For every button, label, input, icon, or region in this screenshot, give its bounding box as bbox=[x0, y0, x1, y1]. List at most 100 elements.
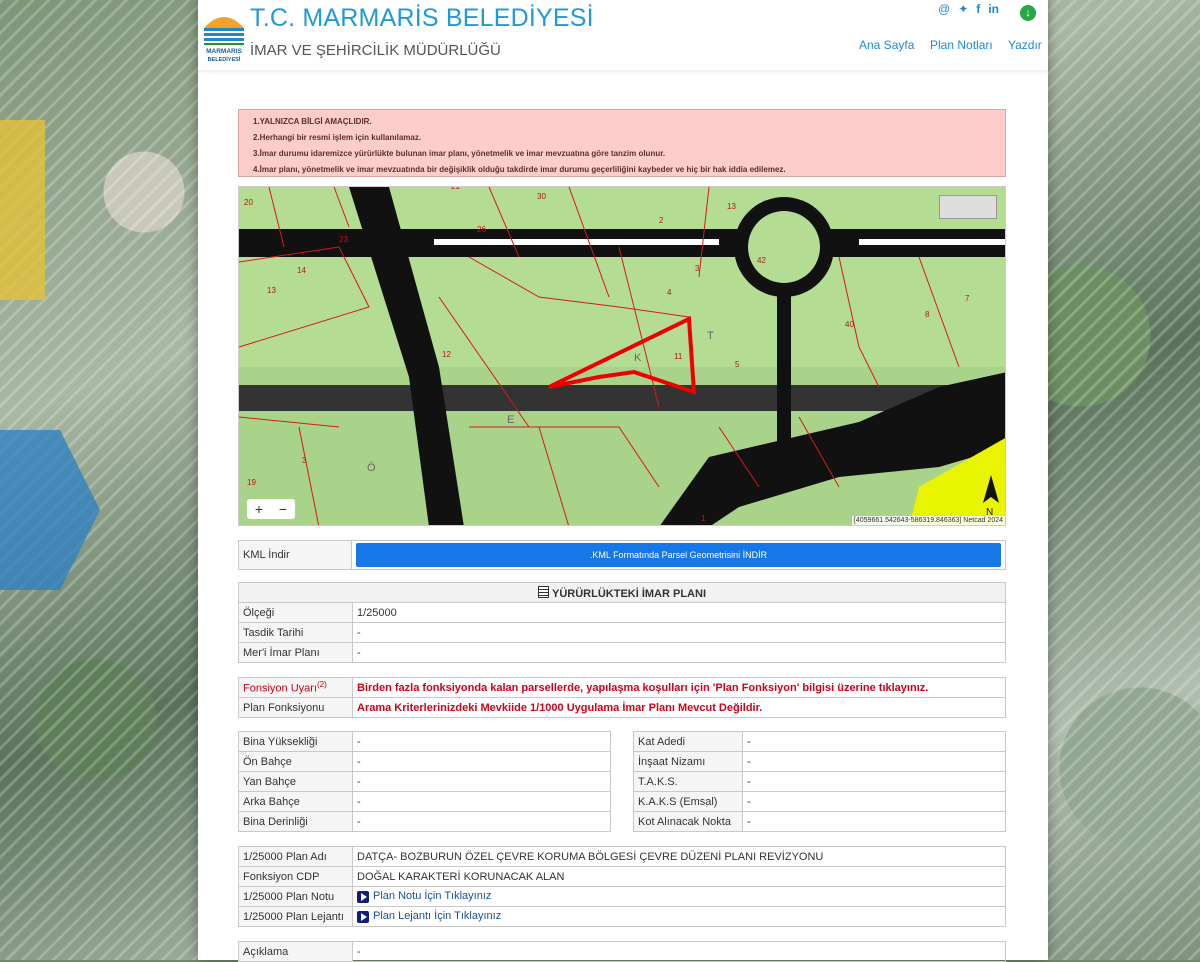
kml-download-button[interactable]: .KML Formatında Parsel Geometrisini İNDİ… bbox=[356, 543, 1001, 567]
plan-row-label: Mer'i İmar Planı bbox=[238, 642, 353, 663]
plan-row-label: Tasdik Tarihi bbox=[238, 622, 353, 643]
building-param-value: - bbox=[742, 791, 1006, 812]
building-param-label: Kot Alınacak Nokta bbox=[633, 811, 743, 832]
twitter-icon[interactable]: ✦ bbox=[958, 2, 968, 16]
plan-note-label: 1/25000 Plan Notu bbox=[238, 886, 353, 907]
parcel-label: 11 bbox=[674, 352, 683, 361]
building-param-value: - bbox=[352, 811, 611, 832]
parcel-label: 7 bbox=[965, 294, 970, 303]
plan-row-label: Ölçeği bbox=[238, 602, 353, 623]
parcel-label: 14 bbox=[297, 266, 306, 275]
plan-note-link[interactable]: Plan Notu İçin Tıklayınız bbox=[373, 890, 491, 902]
parcel-label: 30 bbox=[537, 192, 546, 201]
map-attribution: [4059661.542643-586319.846363] Netcad 20… bbox=[851, 516, 1005, 525]
social-links: @ ✦ f in bbox=[938, 2, 999, 16]
layer-switcher[interactable] bbox=[939, 195, 997, 219]
background-decoration bbox=[0, 120, 100, 590]
plan25000-name-label: 1/25000 Plan Adı bbox=[238, 846, 353, 867]
street-label: Ö bbox=[367, 462, 376, 474]
plan-row-value: - bbox=[352, 622, 1006, 643]
building-param-label: Ön Bahçe bbox=[238, 751, 353, 772]
parcel-label: 8 bbox=[925, 310, 930, 319]
document-icon bbox=[538, 585, 549, 598]
parcel-label: 4 bbox=[667, 288, 672, 297]
plan-legend-label: 1/25000 Plan Lejantı bbox=[238, 906, 353, 927]
svg-text:MARMARIS: MARMARIS bbox=[206, 48, 242, 55]
parcel-label: 1 bbox=[701, 514, 706, 523]
building-param-label: Bina Derinliği bbox=[238, 811, 353, 832]
function-table: Fonsiyon Uyarı(2) Birden fazla fonksiyon… bbox=[238, 677, 1006, 718]
building-param-label: Kat Adedi bbox=[633, 731, 743, 752]
description-table: Açıklama - bbox=[238, 941, 1006, 962]
parcel-label: 5 bbox=[735, 360, 740, 369]
description-label: Açıklama bbox=[238, 941, 353, 962]
kml-table: KML İndir .KML Formatında Parsel Geometr… bbox=[238, 540, 1006, 570]
play-icon[interactable] bbox=[357, 910, 369, 923]
site-header: MARMARIS BELEDİYESİ T.C. MARMARİS BELEDİ… bbox=[198, 0, 1048, 70]
parcel-label: 20 bbox=[244, 198, 253, 207]
plan25000-name-value: DATÇA- BOZBURUN ÖZEL ÇEVRE KORUMA BÖLGES… bbox=[352, 846, 1006, 867]
building-param-label: Bina Yüksekliği bbox=[238, 731, 353, 752]
building-param-label: Arka Bahçe bbox=[238, 791, 353, 812]
plan-legend-link[interactable]: Plan Lejantı İçin Tıklayınız bbox=[373, 910, 501, 922]
building-param-value: - bbox=[352, 791, 611, 812]
zoom-in-button[interactable]: + bbox=[247, 499, 271, 519]
parcel-label: 23 bbox=[339, 235, 348, 244]
plan-row-value: - bbox=[352, 642, 1006, 663]
parcel-label: 40 bbox=[845, 320, 854, 329]
plan-table: YÜRÜRLÜKTEKİ İMAR PLANI Ölçeği 1/25000 T… bbox=[238, 582, 1006, 663]
plan-row-value: 1/25000 bbox=[352, 602, 1006, 623]
parcel-label: 21 bbox=[451, 187, 460, 191]
parcel-label: 13 bbox=[267, 286, 276, 295]
parcel-label: 12 bbox=[442, 350, 451, 359]
nav-plan-notlari[interactable]: Plan Notları bbox=[930, 38, 993, 52]
building-param-value: - bbox=[742, 751, 1006, 772]
nav-ana-sayfa[interactable]: Ana Sayfa bbox=[859, 38, 914, 52]
parcel-label: 26 bbox=[477, 225, 486, 234]
disclaimer-line-1: 1.YALNIZCA BİLGİ AMAÇLIDIR. bbox=[253, 117, 372, 126]
svg-text:BELEDİYESİ: BELEDİYESİ bbox=[208, 56, 241, 63]
parcel-map[interactable]: 20 21 30 2 13 23 26 42 14 13 3 4 40 7 8 … bbox=[238, 186, 1006, 526]
disclaimer-line-2: 2.Herhangi bir resmi işlem için kullanıl… bbox=[253, 133, 422, 142]
building-param-value: - bbox=[742, 811, 1006, 832]
zoom-control: + − bbox=[247, 499, 295, 519]
site-title: T.C. MARMARİS BELEDİYESİ bbox=[250, 4, 594, 32]
parcel-label: 3 bbox=[302, 456, 307, 465]
municipality-logo: MARMARIS BELEDİYESİ bbox=[202, 6, 246, 63]
building-param-label: İnşaat Nizamı bbox=[633, 751, 743, 772]
cdp-function-label: Fonksiyon CDP bbox=[238, 866, 353, 887]
parcel-label: 3 bbox=[695, 264, 700, 273]
street-label: T bbox=[707, 330, 714, 342]
plan-function-value[interactable]: Arama Kriterlerinizdeki Mevkiide 1/1000 … bbox=[352, 697, 1006, 718]
building-param-value: - bbox=[352, 731, 611, 752]
map-canvas[interactable]: 20 21 30 2 13 23 26 42 14 13 3 4 40 7 8 … bbox=[239, 187, 1006, 526]
linkedin-icon[interactable]: in bbox=[988, 2, 999, 16]
building-param-label: Yan Bahçe bbox=[238, 771, 353, 792]
plan-function-label: Plan Fonksiyonu bbox=[238, 697, 353, 718]
play-icon[interactable] bbox=[357, 890, 369, 903]
parcel-label: 42 bbox=[757, 256, 766, 265]
description-value: - bbox=[352, 941, 1006, 962]
building-param-label: K.A.K.S (Emsal) bbox=[633, 791, 743, 812]
main-page: MARMARIS BELEDİYESİ T.C. MARMARİS BELEDİ… bbox=[198, 0, 1048, 962]
plan-section-heading: YÜRÜRLÜKTEKİ İMAR PLANI bbox=[238, 582, 1006, 603]
street-label: E bbox=[507, 414, 514, 426]
parcel-label: 2 bbox=[659, 216, 664, 225]
download-icon[interactable]: ↓ bbox=[1020, 5, 1036, 21]
nav-yazdir[interactable]: Yazdır bbox=[1008, 38, 1042, 52]
site-subtitle: İMAR VE ŞEHİRCİLİK MÜDÜRLÜĞÜ bbox=[250, 42, 501, 59]
disclaimer-line-3: 3.İmar durumu idaremizce yürürlükte bulu… bbox=[253, 149, 666, 158]
plan25000-table: 1/25000 Plan Adı DATÇA- BOZBURUN ÖZEL ÇEV… bbox=[238, 846, 1006, 927]
zoom-out-button[interactable]: − bbox=[271, 499, 295, 519]
building-param-value: - bbox=[742, 771, 1006, 792]
at-icon[interactable]: @ bbox=[938, 2, 950, 16]
building-param-value: - bbox=[352, 771, 611, 792]
parcel-label: 19 bbox=[247, 478, 256, 487]
function-warning-text[interactable]: Birden fazla fonksiyonda kalan parseller… bbox=[352, 677, 1006, 698]
building-param-value: - bbox=[352, 751, 611, 772]
building-param-label: T.A.K.S. bbox=[633, 771, 743, 792]
kml-label: KML İndir bbox=[238, 540, 352, 570]
street-label: K bbox=[634, 352, 642, 364]
facebook-icon[interactable]: f bbox=[976, 2, 980, 16]
building-params-right: Kat Adedi - İnşaat Nizamı - T.A.K.S. - K.A.… bbox=[633, 731, 1006, 832]
